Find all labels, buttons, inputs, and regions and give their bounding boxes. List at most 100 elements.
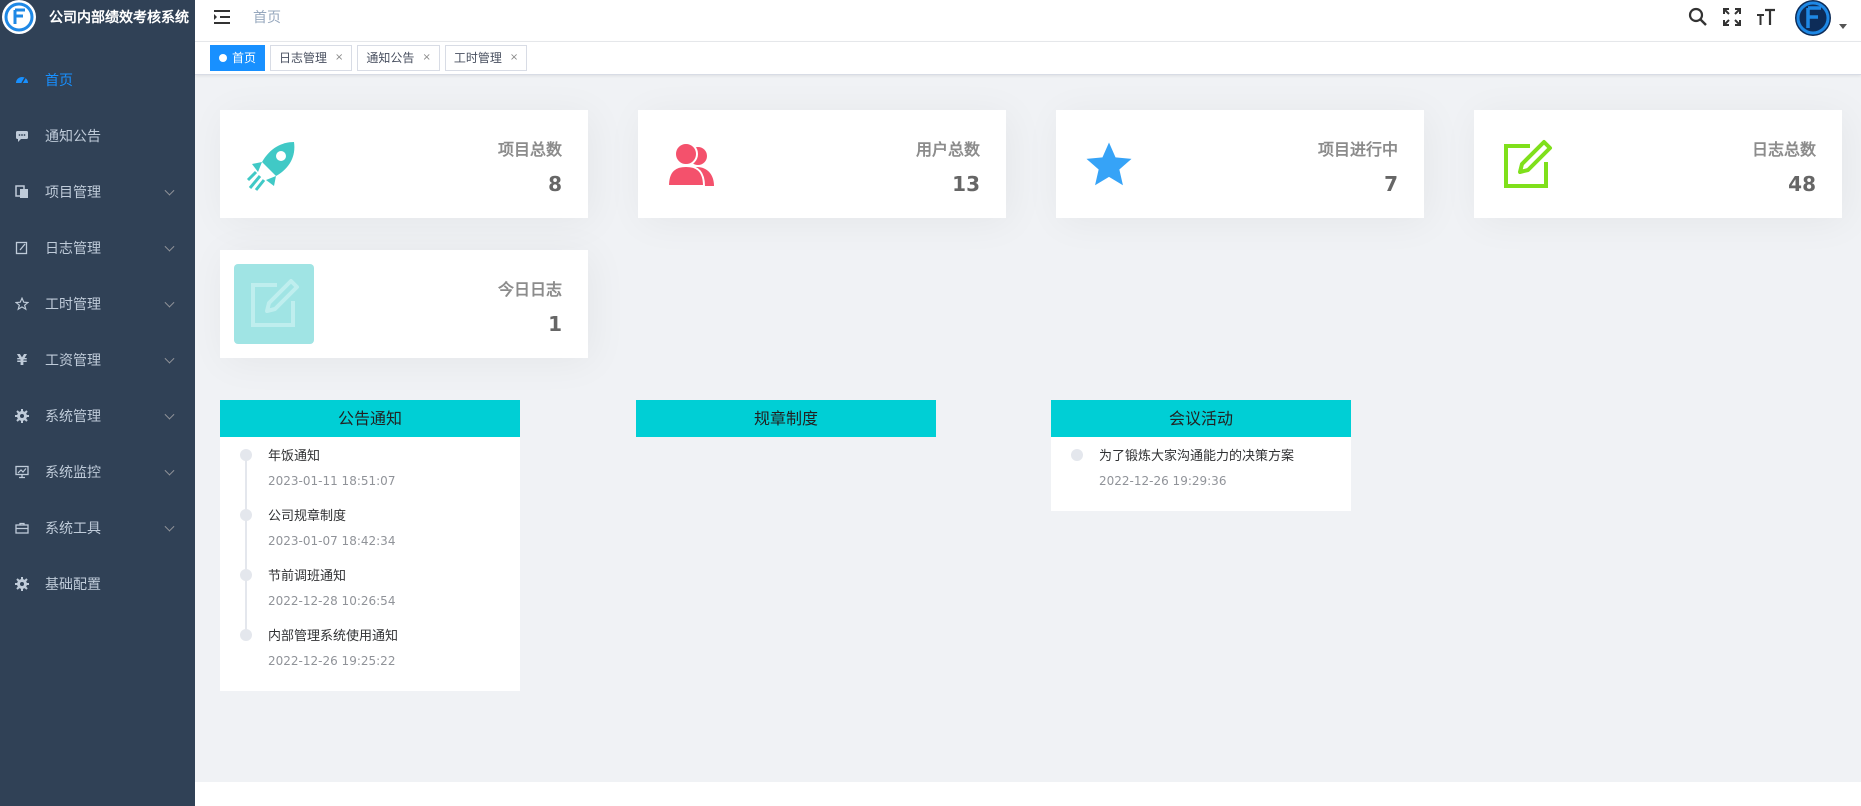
timeline-time: 2023-01-11 18:51:07 xyxy=(268,474,396,488)
timeline-item[interactable]: 内部管理系统使用通知 2022-12-26 19:25:22 xyxy=(220,625,520,685)
edit-icon xyxy=(1500,138,1554,192)
sidebar-item-log[interactable]: 日志管理 xyxy=(0,220,195,276)
timeline-dot xyxy=(1071,449,1083,461)
sidebar-item-salary[interactable]: ¥ 工资管理 xyxy=(0,332,195,388)
stat-panel-logs[interactable]: 日志总数 48 xyxy=(1474,110,1842,218)
tag-home[interactable]: 首页 xyxy=(210,45,266,71)
notice-timeline: 年饭通知 2023-01-11 18:51:07 公司规章制度 2023-01-… xyxy=(220,437,520,691)
tag-label: 工时管理 xyxy=(453,51,502,65)
stat-text: 今日日志 1 xyxy=(498,276,562,336)
timeline-dot xyxy=(240,509,252,521)
sidebar-item-notice[interactable]: 通知公告 xyxy=(0,108,195,164)
close-icon[interactable]: × xyxy=(422,46,430,70)
sidebar-item-config[interactable]: 基础配置 xyxy=(0,556,195,612)
close-icon[interactable]: × xyxy=(335,46,343,70)
font-size-icon[interactable] xyxy=(1751,2,1781,32)
toolbox-icon xyxy=(14,520,30,536)
sidebar-item-system[interactable]: 系统管理 xyxy=(0,388,195,444)
gear-icon xyxy=(14,408,30,424)
card-title: 规章制度 xyxy=(636,400,936,437)
timeline-item[interactable]: 公司规章制度 2023-01-07 18:42:34 xyxy=(220,505,520,575)
sidebar-item-label: 通知公告 xyxy=(45,129,101,145)
dashboard-icon xyxy=(14,72,30,88)
avatar[interactable] xyxy=(1793,0,1833,38)
star-icon xyxy=(1082,138,1136,192)
chevron-down-icon xyxy=(164,409,175,420)
navbar: 首页 xyxy=(195,0,1861,42)
stat-panel-users[interactable]: 用户总数 13 xyxy=(638,110,1006,218)
sidebar-item-monitor[interactable]: 系统监控 xyxy=(0,444,195,500)
rocket-icon xyxy=(246,138,300,192)
active-dot-icon xyxy=(219,54,227,62)
sidebar-item-home[interactable]: 首页 xyxy=(0,52,195,108)
stat-panel-projects[interactable]: 项目总数 8 xyxy=(220,110,588,218)
sidebar: 公司内部绩效考核系统 首页 通知公告 项目管理 日志管理 工时管理 ¥ 工资管理… xyxy=(0,0,195,806)
tags-view: 首页 日志管理 × 通知公告 × 工时管理 × xyxy=(195,42,1861,75)
tag-log[interactable]: 日志管理 × xyxy=(270,45,353,71)
timeline-item[interactable]: 节前调班通知 2022-12-28 10:26:54 xyxy=(220,565,520,635)
chevron-down-icon xyxy=(164,353,175,364)
sidebar-item-project[interactable]: 项目管理 xyxy=(0,164,195,220)
stat-label: 用户总数 xyxy=(915,140,980,159)
timeline-item[interactable]: 为了锻炼大家沟通能力的决策方案 2022-12-26 19:29:36 xyxy=(1051,445,1351,505)
timeline-title: 内部管理系统使用通知 xyxy=(268,629,399,644)
edit-box-icon xyxy=(234,264,314,344)
stat-text: 项目进行中 7 xyxy=(1318,136,1398,196)
card-title: 会议活动 xyxy=(1051,400,1351,437)
stat-value: 1 xyxy=(548,312,562,336)
chevron-down-icon xyxy=(164,521,175,532)
timeline-title: 公司规章制度 xyxy=(268,509,347,524)
users-icon xyxy=(664,138,718,192)
timeline-item[interactable]: 年饭通知 2023-01-11 18:51:07 xyxy=(220,445,520,515)
stat-label: 今日日志 xyxy=(497,280,562,299)
timeline-time: 2022-12-26 19:25:22 xyxy=(268,654,396,668)
chevron-down-icon xyxy=(164,465,175,476)
sidebar-item-label: 首页 xyxy=(45,73,73,89)
timeline-dot xyxy=(240,449,252,461)
meeting-card: 会议活动 为了锻炼大家沟通能力的决策方案 2022-12-26 19:29:36 xyxy=(1051,400,1351,511)
stat-panel-in-progress[interactable]: 项目进行中 7 xyxy=(1056,110,1424,218)
timeline-dot xyxy=(240,569,252,581)
footer-bar xyxy=(195,782,1861,806)
star-outline-icon xyxy=(14,296,30,312)
timeline-title: 年饭通知 xyxy=(268,449,321,464)
sidebar-item-tools[interactable]: 系统工具 xyxy=(0,500,195,556)
stat-label: 项目进行中 xyxy=(1317,140,1398,159)
tag-label: 通知公告 xyxy=(366,51,415,65)
navbar-actions xyxy=(1679,0,1847,38)
message-icon xyxy=(14,128,30,144)
logo[interactable]: 公司内部绩效考核系统 xyxy=(0,0,195,34)
notice-card: 公告通知 年饭通知 2023-01-11 18:51:07 公司规章制度 202… xyxy=(220,400,520,691)
sidebar-item-worktime[interactable]: 工时管理 xyxy=(0,276,195,332)
timeline-title: 节前调班通知 xyxy=(268,569,347,584)
breadcrumb: 首页 xyxy=(253,10,281,26)
hamburger-icon[interactable] xyxy=(213,9,235,31)
rules-card: 规章制度 xyxy=(636,400,936,437)
stat-text: 项目总数 8 xyxy=(498,136,562,196)
fullscreen-icon[interactable] xyxy=(1717,2,1747,32)
stat-value: 48 xyxy=(1788,172,1816,196)
chevron-down-icon xyxy=(164,241,175,252)
sidebar-item-label: 基础配置 xyxy=(45,577,101,593)
meeting-timeline: 为了锻炼大家沟通能力的决策方案 2022-12-26 19:29:36 xyxy=(1051,437,1351,511)
timeline-title: 为了锻炼大家沟通能力的决策方案 xyxy=(1099,449,1295,464)
close-icon[interactable]: × xyxy=(510,46,518,70)
sidebar-item-label: 系统工具 xyxy=(45,521,101,537)
sidebar-item-label: 系统管理 xyxy=(45,409,101,425)
search-icon[interactable] xyxy=(1683,2,1713,32)
yen-icon: ¥ xyxy=(16,351,28,369)
logo-icon xyxy=(2,0,36,34)
tag-worktime[interactable]: 工时管理 × xyxy=(444,45,528,71)
monitor-icon xyxy=(14,464,30,480)
timeline-time: 2023-01-07 18:42:34 xyxy=(268,534,396,548)
chevron-down-icon xyxy=(164,297,175,308)
tag-notice[interactable]: 通知公告 × xyxy=(357,45,440,71)
sidebar-item-label: 项目管理 xyxy=(45,185,101,201)
timeline-time: 2022-12-26 19:29:36 xyxy=(1099,474,1227,488)
tag-label: 首页 xyxy=(232,51,257,65)
caret-down-icon[interactable] xyxy=(1839,23,1847,29)
chevron-down-icon xyxy=(164,185,175,196)
timeline-dot xyxy=(240,629,252,641)
stat-value: 8 xyxy=(548,172,562,196)
stat-panel-today-logs[interactable]: 今日日志 1 xyxy=(220,250,588,358)
